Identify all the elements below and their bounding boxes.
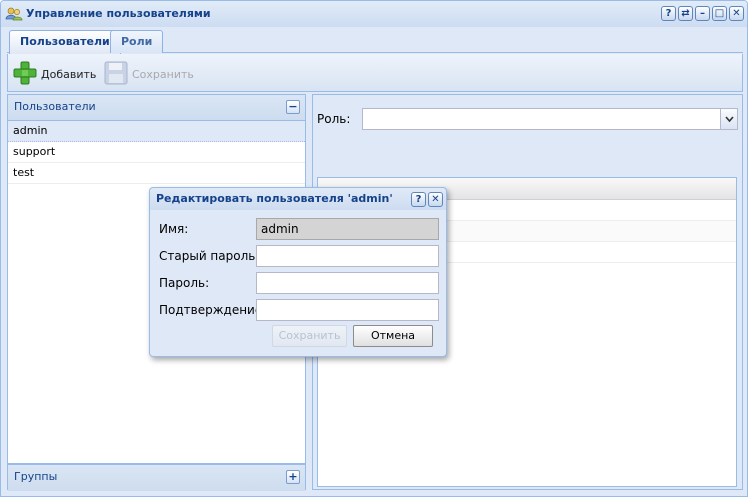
users-app-icon: [5, 5, 23, 23]
dialog-title: Редактировать пользователя 'admin': [156, 192, 393, 205]
users-panel-header: Пользователи −: [8, 95, 305, 121]
save-button[interactable]: Сохранить: [104, 61, 194, 88]
window-title: Управление пользователями: [26, 7, 211, 20]
floppy-disk-icon: [104, 61, 128, 88]
list-item[interactable]: admin: [8, 121, 305, 142]
old-password-label: Старый пароль:: [159, 249, 260, 263]
minimize-icon[interactable]: –: [695, 6, 710, 21]
tab-roles[interactable]: Роли: [110, 30, 164, 53]
confirm-password-input[interactable]: [256, 299, 439, 321]
list-item[interactable]: test: [8, 163, 305, 184]
refresh-icon[interactable]: ⇄: [678, 6, 693, 21]
dialog-cancel-button[interactable]: Отмена: [353, 325, 433, 347]
role-combobox[interactable]: [362, 108, 738, 130]
list-item[interactable]: support: [8, 142, 305, 163]
users-panel-title: Пользователи: [14, 100, 96, 113]
expand-icon[interactable]: +: [286, 470, 300, 484]
name-label: Имя:: [159, 222, 189, 236]
window-titlebar[interactable]: Управление пользователями ? ⇄ – □ ✕: [1, 1, 747, 27]
add-user-button[interactable]: Добавить: [13, 61, 97, 88]
users-management-window: Управление пользователями ? ⇄ – □ ✕ Поль…: [0, 0, 748, 497]
help-icon[interactable]: ?: [661, 6, 676, 21]
tab-bar: Пользователи Роли: [7, 28, 743, 54]
maximize-icon[interactable]: □: [712, 6, 727, 21]
old-password-input[interactable]: [256, 245, 439, 267]
dialog-help-icon[interactable]: ?: [411, 192, 426, 207]
add-user-label: Добавить: [41, 67, 97, 81]
dialog-save-button[interactable]: Сохранить: [272, 325, 347, 347]
groups-panel: Группы +: [7, 464, 306, 491]
role-label: Роль:: [317, 112, 351, 126]
password-input[interactable]: [256, 272, 439, 294]
dialog-titlebar[interactable]: Редактировать пользователя 'admin': [150, 188, 446, 210]
password-label: Пароль:: [159, 276, 210, 290]
tab-users[interactable]: Пользователи: [9, 30, 121, 54]
chevron-down-icon[interactable]: [720, 109, 737, 129]
name-field: admin: [256, 218, 439, 240]
close-icon[interactable]: ✕: [729, 6, 744, 21]
groups-panel-title: Группы: [14, 470, 58, 483]
confirm-label: Подтверждение:: [159, 303, 267, 317]
groups-panel-header[interactable]: Группы +: [8, 465, 305, 491]
collapse-icon[interactable]: −: [286, 100, 300, 114]
plus-icon: [13, 61, 37, 88]
save-label: Сохранить: [132, 67, 194, 81]
dialog-close-icon[interactable]: ✕: [428, 192, 443, 207]
toolbar: Добавить Сохранить: [7, 54, 743, 92]
edit-user-dialog: Редактировать пользователя 'admin' ? ✕ И…: [149, 187, 447, 357]
